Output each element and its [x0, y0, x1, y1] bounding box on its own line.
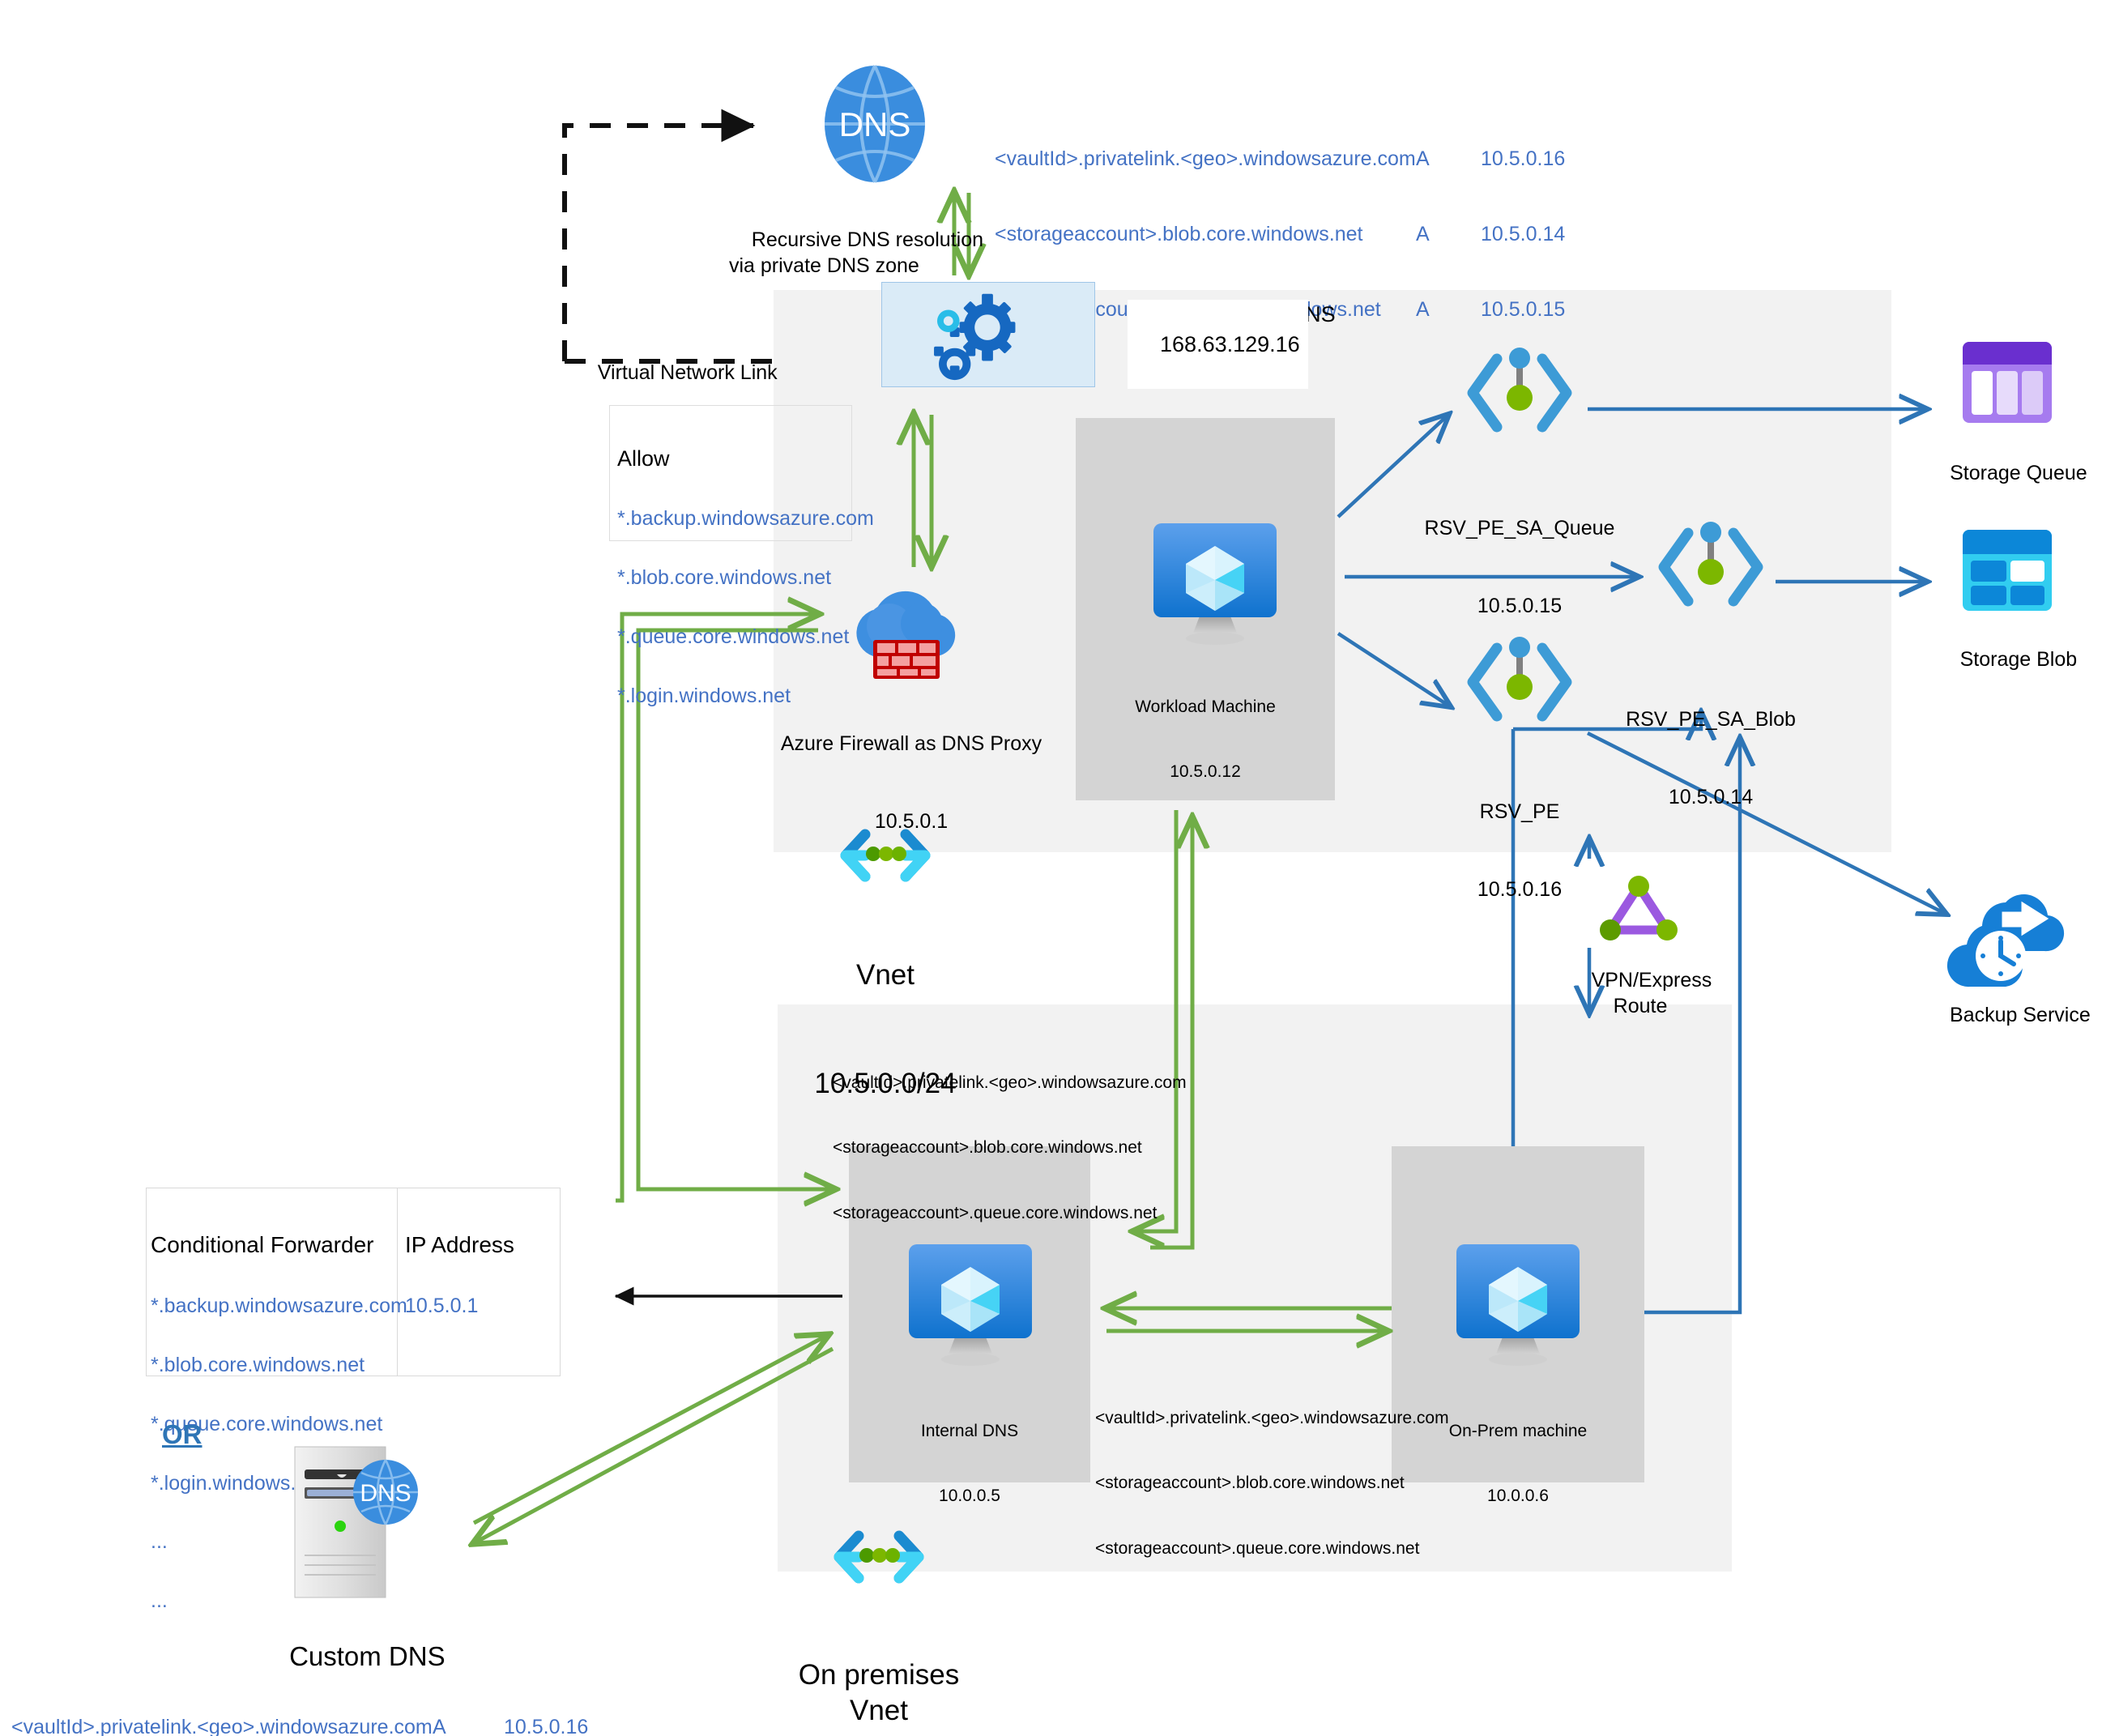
onprem-zone-names: <vaultId>.privatelink.<geo>.windowsazure…	[833, 1029, 1187, 1269]
pe-blob-name: RSV_PE_SA_Blob	[1626, 708, 1796, 731]
onprem-machine-ip: 10.0.0.6	[1487, 1486, 1549, 1506]
backup-service-icon	[1946, 883, 2072, 988]
allow-title: Allow	[617, 446, 670, 471]
zone-name: <storageaccount>.blob.core.windows.net	[833, 1138, 1142, 1158]
pe-rsv-name: RSV_PE	[1479, 800, 1560, 823]
cf-col1-header: Conditional Forwarder	[151, 1231, 374, 1257]
custom-dns-icon: DNS	[275, 1442, 429, 1604]
allow-entry: *.blob.core.windows.net	[617, 566, 832, 590]
zone-name: <storageaccount>.queue.core.windows.net	[833, 1204, 1158, 1222]
onprem-vnet-icon	[826, 1529, 932, 1593]
record-type: A	[1416, 298, 1430, 321]
conditional-forwarder-ip-content: IP Address 10.5.0.1	[405, 1197, 514, 1352]
diagram-canvas: DNS <vaultId>.privatelink.<geo>.windowsa…	[0, 0, 2102, 1736]
dns-globe-icon: DNS	[818, 63, 932, 185]
record-name: <vaultId>.privatelink.<geo>.windowsazure…	[11, 1716, 433, 1736]
record-ip: 10.5.0.15	[1481, 298, 1566, 321]
onprem-machine-name: On-Prem machine	[1448, 1421, 1588, 1440]
storage-blob-label: Storage Blob	[1959, 648, 2078, 671]
vnet-name: Vnet	[856, 958, 915, 991]
vpn-express-route-icon	[1594, 873, 1683, 946]
storage-queue-icon	[1959, 339, 2056, 429]
record-type: A	[1416, 147, 1430, 170]
internal-dns-label: Internal DNS 10.0.0.5	[849, 1377, 1090, 1551]
allow-entry: *.backup.windowsazure.com	[617, 507, 874, 531]
internal-dns-ip: 10.0.0.5	[939, 1486, 1000, 1506]
onprem-vnet-label: On premises Vnet 10.0.0.0/24	[778, 1585, 980, 1736]
pe-queue-ip: 10.5.0.15	[1477, 595, 1563, 617]
cf-entry: *.backup.windowsazure.com	[151, 1294, 407, 1317]
cf-ip: 10.5.0.1	[405, 1294, 479, 1317]
svg-text:DNS: DNS	[839, 105, 911, 143]
record-type: A	[1416, 223, 1430, 245]
backup-service-label: Backup Service	[1950, 1004, 2091, 1026]
storage-queue-label: Storage Queue	[1950, 462, 2087, 484]
svg-text:DNS: DNS	[360, 1480, 411, 1507]
allow-entry: *.queue.core.windows.net	[617, 625, 850, 649]
record-type: A	[433, 1716, 446, 1736]
record-name: <storageaccount>.blob.core.windows.net	[995, 223, 1363, 245]
workload-ip: 10.5.0.12	[1170, 762, 1241, 782]
workload-machine-label: Workload Machine 10.5.0.12	[1076, 653, 1335, 827]
virtual-network-link-label: Virtual Network Link	[597, 361, 778, 384]
onprem-vnet-name: On premises Vnet	[798, 1658, 960, 1727]
azure-firewall-icon	[841, 582, 974, 683]
storage-blob-icon	[1959, 527, 2056, 617]
private-endpoint-icon-queue	[1455, 344, 1584, 441]
private-endpoint-icon-blob	[1646, 518, 1776, 616]
cf-col2-header: IP Address	[405, 1231, 514, 1257]
firewall-name: Azure Firewall as DNS Proxy	[780, 732, 1042, 755]
azure-provided-dns-ip: 168.63.129.16	[1128, 300, 1308, 389]
record-ip: 10.5.0.16	[504, 1716, 589, 1736]
internal-dns-name: Internal DNS	[920, 1421, 1019, 1440]
internal-dns-icon	[898, 1239, 1043, 1369]
record-name: <vaultId>.privatelink.<geo>.windowsazure…	[995, 147, 1416, 170]
record-ip: 10.5.0.14	[1481, 223, 1566, 245]
workload-machine-icon	[1142, 518, 1288, 648]
azure-provided-dns-icon	[881, 282, 1095, 387]
onprem-machine-icon	[1445, 1239, 1591, 1369]
or-label: OR	[162, 1419, 203, 1449]
vnet-icon	[833, 828, 938, 891]
cf-entry: *.blob.core.windows.net	[151, 1353, 365, 1376]
dns-records-bottom: <vaultId>.privatelink.<geo>.windowsazure…	[11, 1662, 627, 1736]
workload-name: Workload Machine	[1135, 697, 1276, 716]
onprem-machine-label: On-Prem machine 10.0.0.6	[1392, 1377, 1644, 1551]
pe-queue-name: RSV_PE_SA_Queue	[1424, 517, 1615, 540]
vpn-express-route-label: VPN/Express Route	[1591, 969, 1712, 1017]
zone-name: <vaultId>.privatelink.<geo>.windowsazure…	[833, 1073, 1187, 1092]
private-endpoint-icon-rsv	[1455, 633, 1584, 731]
recursive-dns-text: Recursive DNS resolution via private DNS…	[729, 228, 984, 277]
record-ip: 10.5.0.16	[1481, 147, 1566, 170]
